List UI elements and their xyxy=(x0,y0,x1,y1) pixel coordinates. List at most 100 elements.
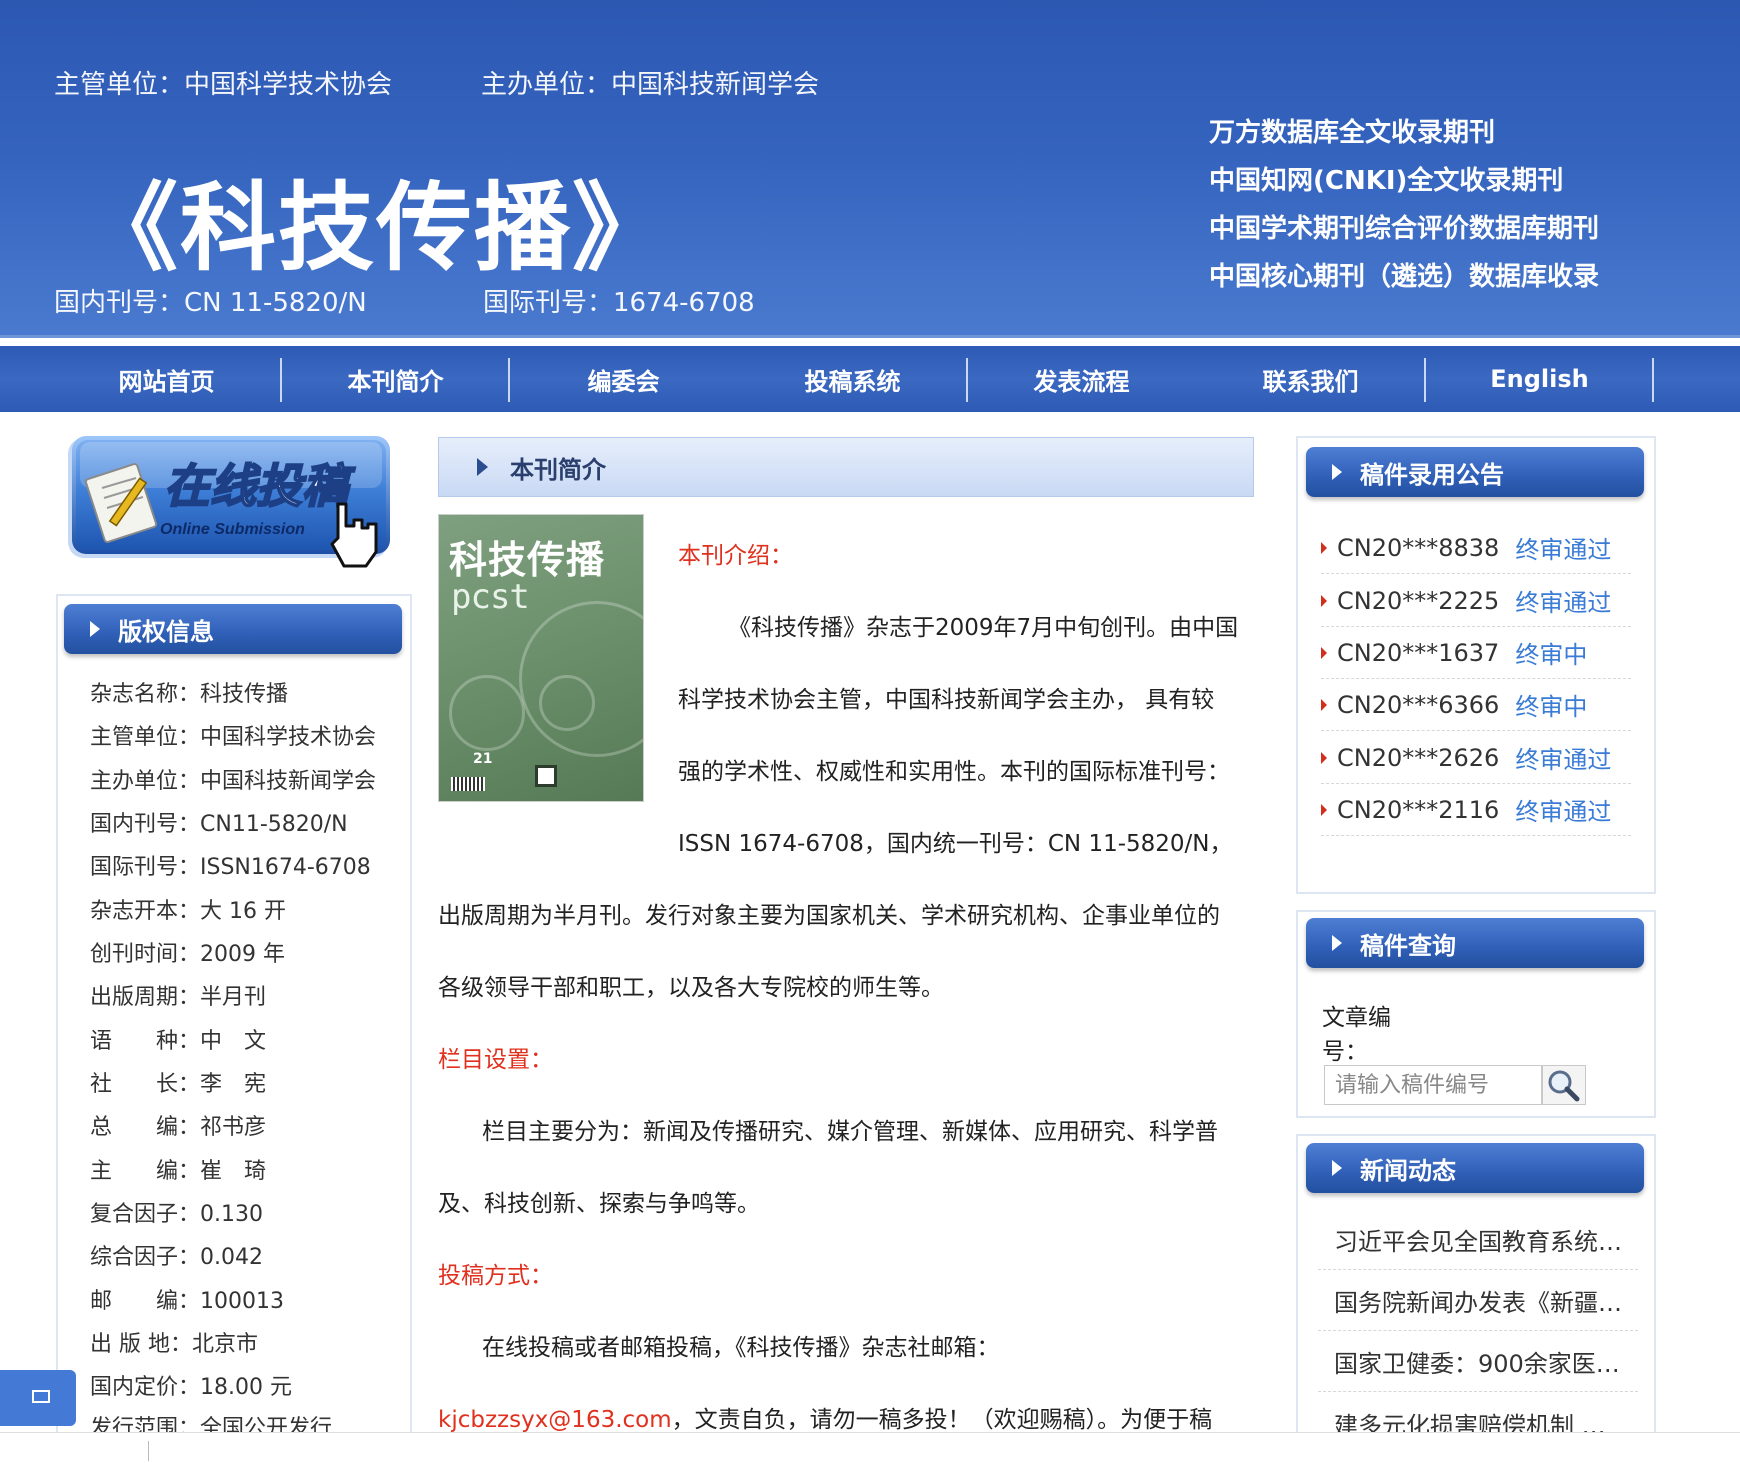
notice-item[interactable]: CN20***1637 终审中 xyxy=(1321,627,1631,679)
main-nav: 网站首页 本刊简介 编委会 投稿系统 发表流程 联系我们 English xyxy=(0,346,1740,412)
intro-line: 强的学术性、权威性和实用性。本刊的国际标准刊号： xyxy=(678,759,1230,785)
nav-divider xyxy=(1652,358,1654,402)
window-icon xyxy=(32,1390,50,1403)
nav-home[interactable]: 网站首页 xyxy=(52,346,281,412)
email-link[interactable]: kjcbzzsyx@163.com xyxy=(438,1407,672,1433)
floating-side-button[interactable] xyxy=(0,1370,76,1426)
submission-line-rest: ，文责自负，请勿一稿多投！（欢迎赐稿）。为便于稿 xyxy=(671,1407,1213,1433)
search-icon xyxy=(1548,1070,1580,1102)
notice-item[interactable]: CN20***6366 终审中 xyxy=(1321,679,1631,731)
indexing-item: 中国核心期刊（遴选）数据库收录 xyxy=(1209,262,1600,292)
triangle-right-icon xyxy=(1332,1160,1342,1176)
nav-about[interactable]: 本刊简介 xyxy=(281,346,510,412)
info-row: 杂志开本：大 16 开 xyxy=(90,899,286,924)
review-status[interactable]: 终审通过 xyxy=(1515,740,1611,775)
info-row: 邮 编：100013 xyxy=(90,1289,284,1314)
arrow-right-icon xyxy=(1321,541,1327,554)
info-row: 语 种：中 文 xyxy=(90,1029,267,1054)
notice-item[interactable]: CN20***2116 终审通过 xyxy=(1321,784,1631,836)
notice-item[interactable]: CN20***2225 终审通过 xyxy=(1321,575,1631,627)
cover-issue: 21 xyxy=(473,751,493,767)
info-row: 复合因子：0.130 xyxy=(90,1202,263,1227)
review-status[interactable]: 终审通过 xyxy=(1515,792,1611,827)
arrow-right-icon xyxy=(1321,698,1327,711)
query-title: 稿件查询 xyxy=(1360,931,1456,960)
arrow-right-icon xyxy=(1321,594,1327,607)
cover-subtitle: pcst xyxy=(451,577,530,617)
nav-publish-process[interactable]: 发表流程 xyxy=(967,346,1196,412)
info-row: 出 版 地：北京市 xyxy=(90,1332,258,1357)
info-row: 创刊时间：2009 年 xyxy=(90,942,285,967)
intro-line: 出版周期为半月刊。发行对象主要为国家机关、学术研究机构、企事业单位的 xyxy=(438,903,1220,929)
news-item[interactable]: 习近平会见全国教育系统… xyxy=(1318,1210,1638,1270)
manuscript-code: CN20***1637 xyxy=(1337,638,1500,667)
section-header: 本刊简介 xyxy=(438,437,1254,497)
submission-line-2: kjcbzzsyx@163.com，文责自负，请勿一稿多投！（欢迎赐稿）。为便于… xyxy=(438,1400,1212,1434)
arrow-right-icon xyxy=(1321,751,1327,764)
bottom-scroll-area xyxy=(0,1432,1740,1463)
barcode-icon xyxy=(451,777,485,791)
intro-line: ISSN 1674-6708，国内统一刊号：CN 11-5820/N， xyxy=(678,831,1233,857)
online-submission-button[interactable]: 在线投稿 Online Submission xyxy=(66,434,400,570)
arrow-right-icon xyxy=(1321,803,1327,816)
info-row: 国内定价：18.00 元 xyxy=(90,1375,292,1400)
online-submission-graphic: 在线投稿 Online Submission xyxy=(68,436,390,568)
info-row: 综合因子：0.042 xyxy=(90,1245,263,1270)
issn-number: 国际刊号：1674-6708 xyxy=(483,288,755,318)
supervisor-text: 主管单位：中国科学技术协会 xyxy=(54,70,393,100)
triangle-right-icon xyxy=(1332,935,1342,951)
journal-title: 《科技传播》 xyxy=(82,172,670,284)
manuscript-code: CN20***2116 xyxy=(1337,795,1500,824)
triangle-right-icon xyxy=(90,621,100,637)
news-item[interactable]: 国务院新闻办发表《新疆… xyxy=(1318,1271,1638,1331)
divider xyxy=(148,1441,149,1461)
info-row: 主办单位：中国科技新闻学会 xyxy=(90,769,377,794)
review-status[interactable]: 终审通过 xyxy=(1515,530,1611,565)
svg-text:Online Submission: Online Submission xyxy=(160,521,305,538)
indexing-item: 中国学术期刊综合评价数据库期刊 xyxy=(1209,214,1600,244)
info-row: 杂志名称：科技传播 xyxy=(90,682,289,707)
notices-title: 稿件录用公告 xyxy=(1360,460,1504,489)
qr-code-icon xyxy=(535,765,557,787)
copyright-title: 版权信息 xyxy=(118,617,214,646)
submission-line: 在线投稿或者邮箱投稿，《科技传播》杂志社邮箱： xyxy=(482,1335,1000,1361)
news-item[interactable]: 国家卫健委：900余家医… xyxy=(1318,1332,1638,1392)
info-row: 国内刊号：CN11-5820/N xyxy=(90,812,348,837)
cn-number: 国内刊号：CN 11-5820/N xyxy=(54,288,367,318)
cover-decoration xyxy=(449,675,525,751)
site-header: 主管单位：中国科学技术协会 主办单位：中国科技新闻学会 《科技传播》 国内刊号：… xyxy=(0,0,1740,338)
intro-label: 本刊介绍： xyxy=(678,543,793,569)
indexing-item: 中国知网(CNKI)全文收录期刊 xyxy=(1209,166,1564,196)
review-status[interactable]: 终审通过 xyxy=(1515,583,1611,618)
nav-contact[interactable]: 联系我们 xyxy=(1196,346,1425,412)
review-status[interactable]: 终审中 xyxy=(1515,635,1587,670)
manuscript-code: CN20***8838 xyxy=(1337,533,1500,562)
indexing-item: 万方数据库全文收录期刊 xyxy=(1209,118,1496,148)
columns-line: 栏目主要分为：新闻及传播研究、媒介管理、新媒体、应用研究、科学普 xyxy=(482,1119,1218,1145)
notice-item[interactable]: CN20***2626 终审通过 xyxy=(1321,732,1631,784)
info-row: 主管单位：中国科学技术协会 xyxy=(90,725,377,750)
columns-line: 及、科技创新、探索与争鸣等。 xyxy=(438,1191,760,1217)
svg-text:在线投稿: 在线投稿 xyxy=(164,460,356,512)
triangle-right-icon xyxy=(477,458,488,476)
manuscript-code: CN20***6366 xyxy=(1337,690,1500,719)
news-title: 新闻动态 xyxy=(1360,1156,1456,1185)
manuscript-code: CN20***2225 xyxy=(1337,586,1500,615)
notices-header: 稿件录用公告 xyxy=(1306,447,1644,497)
triangle-right-icon xyxy=(1332,464,1342,480)
nav-editorial-board[interactable]: 编委会 xyxy=(509,346,738,412)
notice-item[interactable]: CN20***8838 终审通过 xyxy=(1321,522,1631,574)
info-row: 主 编：崔 琦 xyxy=(90,1159,267,1184)
cover-title: 科技传播 xyxy=(449,538,606,582)
info-row: 社 长：李 宪 xyxy=(90,1072,267,1097)
intro-line: 《科技传播》杂志于2009年7月中旬创刊。由中国 xyxy=(728,615,1239,641)
nav-submission-system[interactable]: 投稿系统 xyxy=(738,346,967,412)
journal-cover-image: 科技传播 pcst 21 xyxy=(438,514,644,802)
search-button[interactable] xyxy=(1542,1065,1586,1105)
info-row: 国际刊号：ISSN1674-6708 xyxy=(90,855,371,880)
query-label: 文章编 xyxy=(1322,1005,1391,1031)
query-label-cont: 号： xyxy=(1322,1039,1368,1065)
manuscript-number-input[interactable] xyxy=(1324,1065,1542,1105)
nav-english[interactable]: English xyxy=(1425,346,1654,412)
review-status[interactable]: 终审中 xyxy=(1515,687,1587,722)
